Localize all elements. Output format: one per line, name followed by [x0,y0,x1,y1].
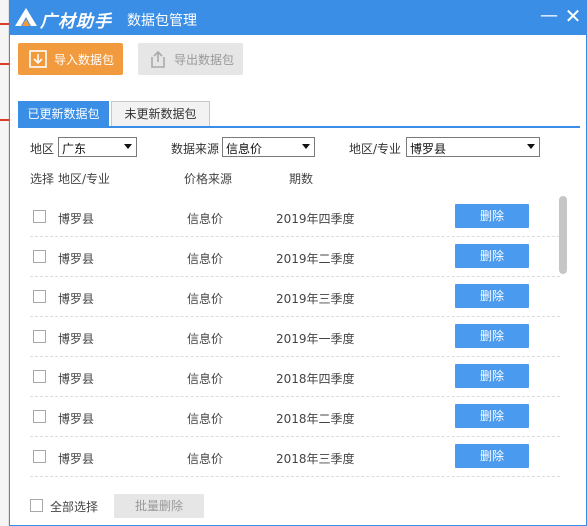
row-period: 2018年三季度 [276,452,355,466]
batch-delete-button[interactable]: 批量删除 [114,494,204,518]
background-app-strip [0,0,9,526]
row-checkbox[interactable] [33,330,46,343]
row-source: 信息价 [187,252,224,266]
specialty-select[interactable]: 博罗县 [406,137,540,157]
tab-updated-packages[interactable]: 已更新数据包 [18,101,109,127]
export-package-label: 导出数据包 [174,53,235,67]
chevron-down-icon [124,144,132,149]
table-row: 博罗县 信息价 2019年二季度 删除 [30,237,560,277]
row-period: 2019年三季度 [276,292,355,306]
table-row: 博罗县 信息价 2019年一季度 删除 [30,317,560,357]
table-row: 博罗县 信息价 2018年四季度 删除 [30,357,560,397]
row-checkbox[interactable] [33,410,46,423]
delete-button[interactable]: 删除 [455,364,529,388]
select-all-label: 全部选择 [50,500,99,514]
row-source: 信息价 [187,412,224,426]
source-select-value: 信息价 [226,142,263,156]
row-source: 信息价 [187,372,224,386]
background-divider [0,119,9,121]
import-package-label: 导入数据包 [54,53,115,67]
column-header-select: 选择 [30,172,55,186]
scrollbar-thumb[interactable] [559,196,567,274]
row-checkbox[interactable] [33,450,46,463]
import-icon [29,50,47,68]
row-region: 博罗县 [58,252,95,266]
table-row: 博罗县 信息价 2019年四季度 删除 [30,197,560,237]
import-package-button[interactable]: 导入数据包 [18,43,123,75]
row-source: 信息价 [187,452,224,466]
table-row: 博罗县 信息价 2018年二季度 删除 [30,397,560,437]
tab-underline [18,126,580,128]
row-region: 博罗县 [58,412,95,426]
row-source: 信息价 [187,332,224,346]
region-select-value: 广东 [62,142,87,156]
row-period: 2019年一季度 [276,332,355,346]
specialty-filter-label: 地区/专业 [349,142,402,156]
column-header-period: 期数 [289,172,314,186]
background-divider [0,63,9,65]
export-icon [151,50,165,68]
delete-button[interactable]: 删除 [455,204,529,228]
delete-button[interactable]: 删除 [455,404,529,428]
logo-text: 广材助手 [40,12,112,32]
tab-not-updated-packages[interactable]: 未更新数据包 [111,101,210,127]
row-checkbox[interactable] [33,210,46,223]
title-bar: 广材助手 数据包管理 — ✕ [10,1,586,35]
region-filter-label: 地区 [30,142,55,156]
region-select[interactable]: 广东 [58,137,137,157]
row-region: 博罗县 [58,212,95,226]
row-period: 2019年四季度 [276,212,355,226]
source-filter-label: 数据来源 [171,142,220,156]
source-select[interactable]: 信息价 [222,137,315,157]
background-divider [0,23,9,25]
chevron-down-icon [527,144,535,149]
select-all-checkbox[interactable] [30,499,43,512]
row-region: 博罗县 [58,372,95,386]
package-manager-dialog: 广材助手 数据包管理 — ✕ 导入数据包 导出数据包 已更新数据包 未更新数据包… [9,0,587,526]
window-title: 数据包管理 [127,13,197,29]
minimize-icon[interactable]: — [538,6,560,28]
specialty-select-value: 博罗县 [410,142,447,156]
row-checkbox[interactable] [33,250,46,263]
export-package-button[interactable]: 导出数据包 [138,43,243,75]
delete-button[interactable]: 删除 [455,444,529,468]
row-source: 信息价 [187,292,224,306]
close-icon[interactable]: ✕ [562,6,584,28]
delete-button[interactable]: 删除 [455,244,529,268]
row-period: 2018年四季度 [276,372,355,386]
table-row: 博罗县 信息价 2019年三季度 删除 [30,277,560,317]
column-header-region: 地区/专业 [58,172,111,186]
row-region: 博罗县 [58,452,95,466]
column-header-source: 价格来源 [184,172,233,186]
delete-button[interactable]: 删除 [455,284,529,308]
row-checkbox[interactable] [33,370,46,383]
row-source: 信息价 [187,212,224,226]
row-period: 2018年二季度 [276,412,355,426]
row-checkbox[interactable] [33,290,46,303]
row-region: 博罗县 [58,292,95,306]
logo-icon [15,8,37,26]
chevron-down-icon [302,144,310,149]
row-period: 2019年二季度 [276,252,355,266]
delete-button[interactable]: 删除 [455,324,529,348]
table-row: 博罗县 信息价 2018年三季度 删除 [30,437,560,477]
row-region: 博罗县 [58,332,95,346]
